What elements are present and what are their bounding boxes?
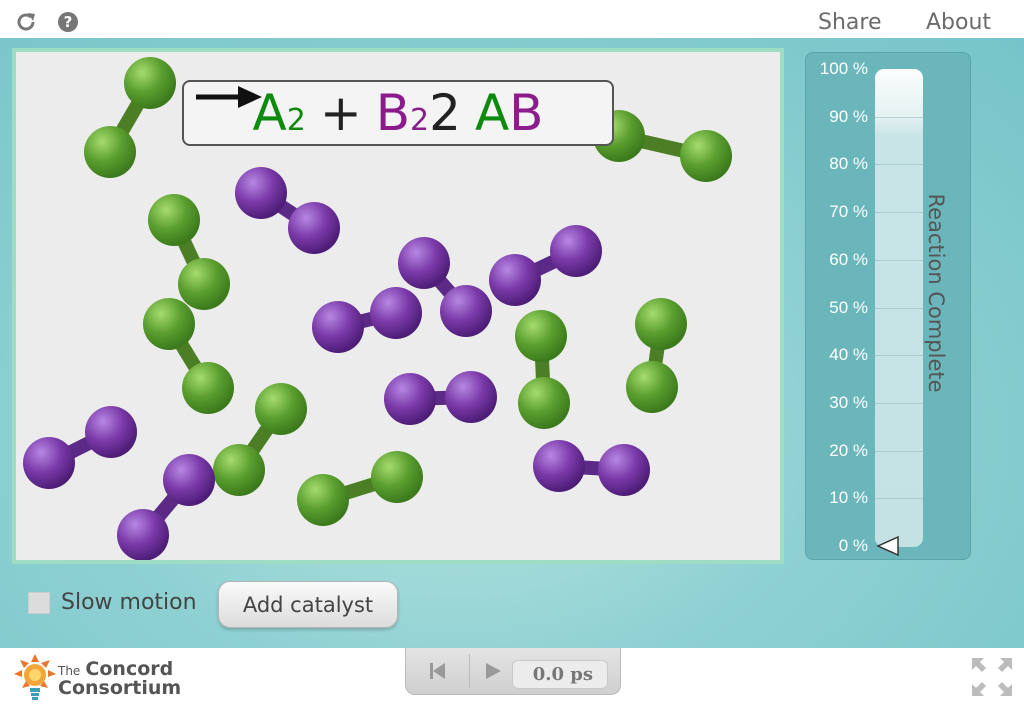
gauge-title: Reaction Complete: [924, 193, 948, 393]
gauge-tick-label: 80 %: [829, 154, 868, 174]
gauge-gridline: [875, 212, 923, 214]
equation-coefficient: 2: [429, 84, 461, 142]
equation-b-subscript: 2: [410, 103, 430, 138]
molecule-b2[interactable]: [384, 371, 497, 425]
gauge-gridline: [875, 116, 923, 118]
molecule-a2[interactable]: [515, 310, 570, 429]
gauge-tick-label: 60 %: [829, 249, 868, 269]
atom-b: [163, 454, 215, 506]
atom-b: [23, 437, 75, 489]
bottom-bar: The Concord Consortium 0.0 ps: [0, 648, 1024, 706]
about-link[interactable]: About: [926, 10, 991, 35]
gauge-tick-label: 90 %: [829, 106, 868, 126]
atom-a: [297, 474, 349, 526]
gauge-gridline: [875, 402, 923, 404]
gauge-gridline: [875, 355, 923, 357]
atom-a: [518, 377, 570, 429]
atom-b: [312, 301, 364, 353]
atom-b: [398, 237, 450, 289]
reaction-equation: A2 + B2 2 AB: [182, 80, 614, 146]
atom-b: [288, 202, 340, 254]
help-icon[interactable]: ?: [56, 10, 80, 34]
playback-controls: 0.0 ps: [405, 648, 621, 695]
atom-a: [635, 298, 687, 350]
atom-a: [515, 310, 567, 362]
molecule-b2[interactable]: [23, 406, 137, 489]
atom-b: [235, 167, 287, 219]
atom-a: [124, 57, 176, 109]
atom-a: [84, 126, 136, 178]
molecule-a2[interactable]: [626, 298, 687, 413]
gauge-tick-label: 50 %: [829, 297, 868, 317]
atom-b: [370, 287, 422, 339]
logo-consortium: Consortium: [58, 677, 182, 699]
gauge-gridline: [875, 259, 923, 261]
atom-b: [117, 509, 169, 560]
atom-b: [550, 225, 602, 277]
molecule-b2[interactable]: [235, 167, 340, 254]
gauge-tick-label: 0 %: [838, 536, 868, 555]
concord-logo[interactable]: The Concord Consortium: [14, 652, 181, 702]
simulation-stage: A2 + B2 2 AB 100 % 90 % 80 % 70 % 60 % 50 % 40…: [0, 38, 1024, 648]
atom-a: [148, 194, 200, 246]
gauge-tick-label: 30 %: [829, 392, 868, 412]
equation-b: B: [375, 84, 411, 142]
molecule-b2[interactable]: [489, 225, 602, 306]
gauge-marker-icon: [876, 535, 899, 557]
atom-a: [680, 130, 732, 182]
gauge-tube: [875, 69, 923, 547]
atom-a: [182, 362, 234, 414]
svg-text:?: ?: [64, 13, 73, 31]
atom-b: [85, 406, 137, 458]
gauge-gridline: [875, 498, 923, 500]
playback-separator: [469, 654, 470, 688]
atom-b: [533, 440, 585, 492]
reaction-gauge: 100 % 90 % 80 % 70 % 60 % 50 % 40 % 30 % 20 % 10 …: [805, 52, 971, 560]
atom-b: [445, 371, 497, 423]
atom-b: [384, 373, 436, 425]
play-icon[interactable]: [478, 656, 508, 686]
lightbulb-logo-icon: [14, 654, 56, 700]
reload-icon[interactable]: [14, 10, 38, 34]
atom-b: [598, 444, 650, 496]
gauge-gridline: [875, 164, 923, 166]
gauge-gridline: [875, 450, 923, 452]
arrow-right-icon: [196, 86, 262, 108]
share-link[interactable]: Share: [818, 10, 882, 35]
equation-a-subscript: 2: [286, 103, 306, 138]
time-display: 0.0 ps: [512, 660, 608, 689]
atom-a: [371, 451, 423, 503]
atom-a: [178, 258, 230, 310]
equation-ab-b: B: [509, 84, 544, 142]
atom-a: [626, 361, 678, 413]
molecule-a2[interactable]: [148, 194, 230, 310]
atom-a: [143, 298, 195, 350]
molecule-b2[interactable]: [117, 454, 215, 560]
gauge-tick-label: 10 %: [829, 488, 868, 508]
molecule-b2[interactable]: [312, 287, 422, 353]
gauge-tick-label: 70 %: [829, 202, 868, 222]
gauge-tick-label: 20 %: [829, 440, 868, 460]
rewind-icon[interactable]: [422, 656, 452, 686]
molecule-container[interactable]: A2 + B2 2 AB: [12, 48, 784, 564]
fullscreen-icon[interactable]: [970, 656, 1014, 698]
molecule-b2[interactable]: [533, 440, 650, 496]
equation-ab-a: A: [474, 84, 510, 142]
gauge-tick-label: 40 %: [829, 345, 868, 365]
top-bar: ? Share About: [0, 0, 1024, 38]
logo-the: The: [58, 664, 81, 678]
atom-b: [440, 285, 492, 337]
gauge-gridline: [875, 307, 923, 309]
equation-plus: +: [319, 84, 362, 142]
molecule-a2[interactable]: [84, 57, 176, 178]
molecule-a2[interactable]: [143, 298, 234, 414]
add-catalyst-button[interactable]: Add catalyst: [218, 581, 398, 628]
molecule-a2[interactable]: [297, 451, 423, 526]
atom-a: [255, 383, 307, 435]
atom-a: [213, 444, 265, 496]
atom-b: [489, 254, 541, 306]
slow-motion-label[interactable]: Slow motion: [61, 590, 197, 615]
gauge-tick-label: 100 %: [819, 59, 868, 78]
slow-motion-checkbox[interactable]: [28, 592, 50, 614]
